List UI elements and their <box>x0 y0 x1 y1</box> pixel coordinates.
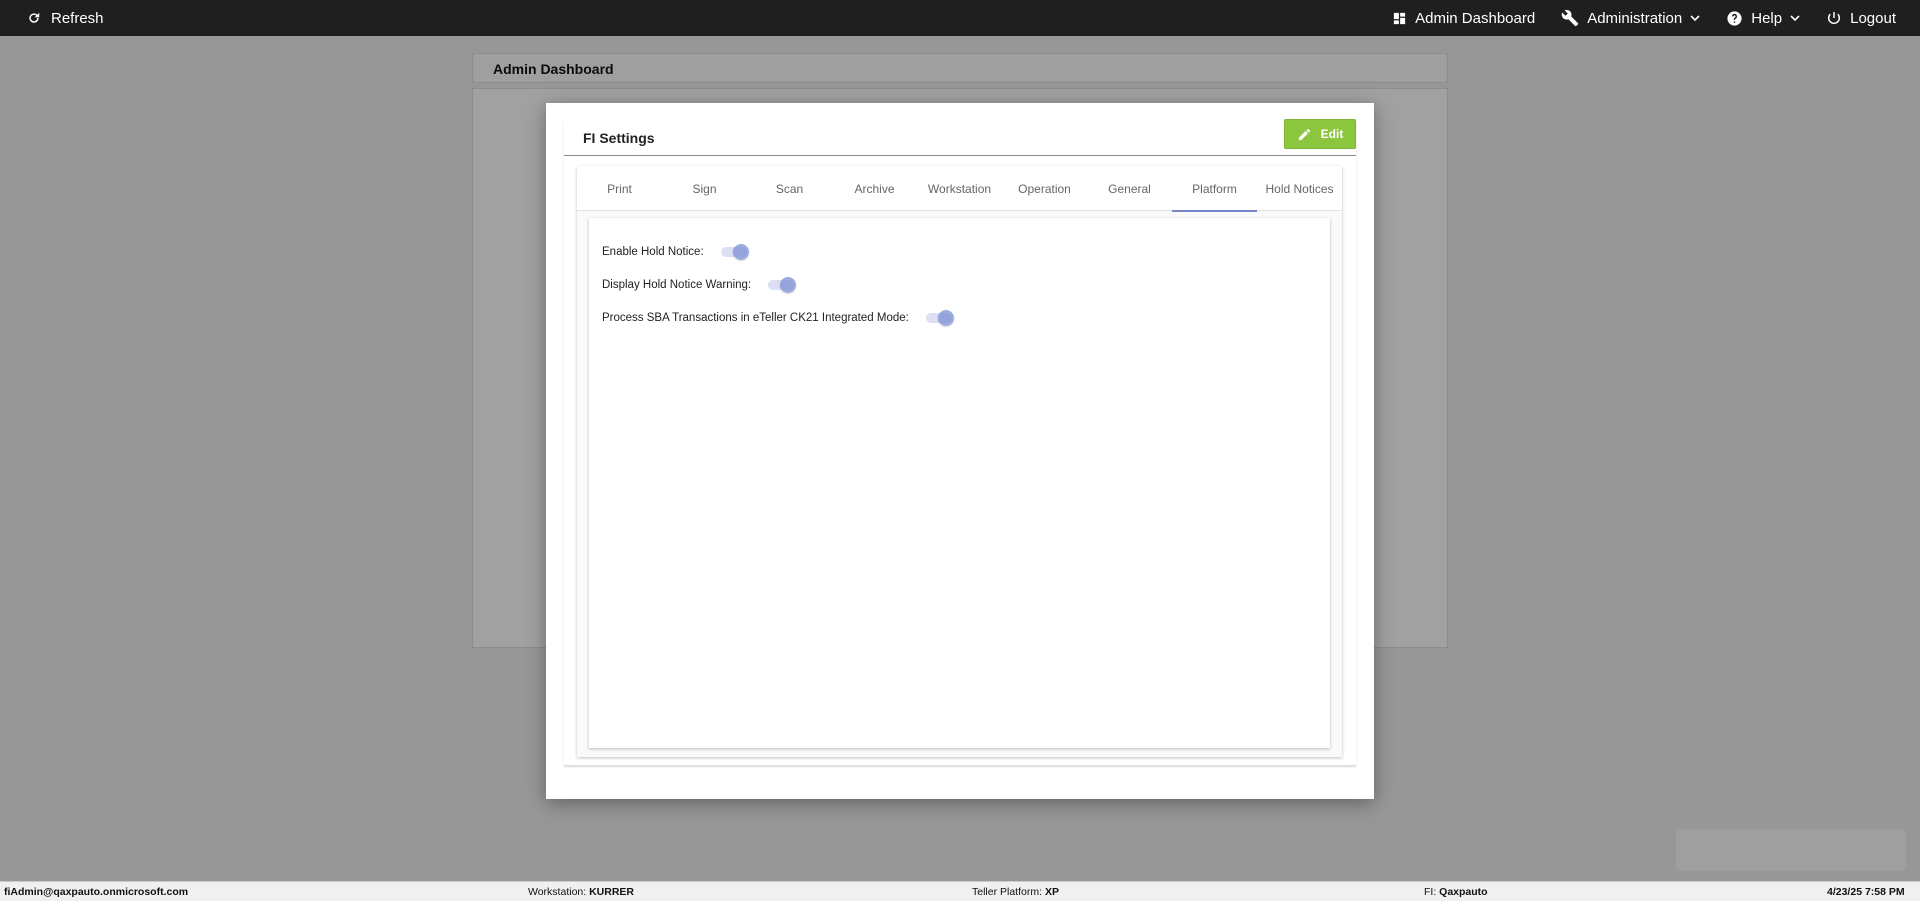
refresh-label: Refresh <box>51 9 104 27</box>
tab-archive[interactable]: Archive <box>832 166 917 211</box>
pencil-icon <box>1298 128 1310 140</box>
logout-label: Logout <box>1850 9 1896 27</box>
tab-general[interactable]: General <box>1087 166 1172 211</box>
edit-label: Edit <box>1320 127 1344 141</box>
help-label: Help <box>1751 9 1783 27</box>
status-fi: FI: Qaxpauto <box>1424 886 1488 898</box>
faded-notification <box>1676 829 1906 871</box>
enable-hold-notice-toggle[interactable] <box>720 244 749 260</box>
chevron-down-icon <box>1690 15 1700 22</box>
status-teller-platform: Teller Platform: XP <box>972 886 1059 898</box>
admin-dashboard-label: Admin Dashboard <box>1415 9 1536 27</box>
settings-card: Print Sign Scan Archive Workstation Oper… <box>577 166 1342 757</box>
help-menu[interactable]: Help <box>1726 10 1800 27</box>
admin-dashboard-link[interactable]: Admin Dashboard <box>1392 10 1535 27</box>
status-bar: fiAdmin@qaxpauto.onmicrosoft.com Worksta… <box>0 881 1920 901</box>
tab-print[interactable]: Print <box>577 166 662 211</box>
status-workstation: Workstation: KURRER <box>528 886 635 898</box>
refresh-icon <box>29 12 40 23</box>
tab-workstation[interactable]: Workstation <box>917 166 1002 211</box>
refresh-button[interactable]: Refresh <box>27 10 104 27</box>
wrench-icon <box>1561 9 1579 27</box>
tab-sign[interactable]: Sign <box>662 166 747 211</box>
tab-operation[interactable]: Operation <box>1002 166 1087 211</box>
display-hold-notice-warning-toggle[interactable] <box>768 277 797 293</box>
setting-label: Display Hold Notice Warning: <box>602 279 752 291</box>
dialog-title: FI Settings <box>583 130 655 146</box>
setting-display-hold-notice-warning: Display Hold Notice Warning: <box>602 277 797 293</box>
chevron-down-icon <box>1790 15 1800 22</box>
fi-settings-dialog: FI Settings Edit Print Sign Scan Archive… <box>546 103 1374 799</box>
setting-enable-hold-notice: Enable Hold Notice: <box>602 244 749 260</box>
tab-platform[interactable]: Platform <box>1172 166 1257 212</box>
dialog-header: FI Settings Edit <box>564 119 1356 156</box>
setting-label: Process SBA Transactions in eTeller CK21… <box>602 312 909 324</box>
edit-button[interactable]: Edit <box>1284 119 1356 149</box>
tab-scan[interactable]: Scan <box>747 166 832 211</box>
dashboard-icon <box>1394 12 1406 24</box>
administration-menu[interactable]: Administration <box>1561 9 1700 27</box>
dialog-body: FI Settings Edit Print Sign Scan Archive… <box>564 119 1356 766</box>
status-user: fiAdmin@qaxpauto.onmicrosoft.com <box>4 886 189 898</box>
process-sba-transactions-toggle[interactable] <box>925 310 954 326</box>
power-icon <box>1828 12 1841 24</box>
platform-settings-panel: Enable Hold Notice: Display Hold Notice … <box>589 218 1330 748</box>
setting-label: Enable Hold Notice: <box>602 246 704 258</box>
tab-hold-notices[interactable]: Hold Notices <box>1257 166 1342 211</box>
top-navigation-bar: Refresh Admin Dashboard Administration H… <box>0 0 1920 36</box>
administration-label: Administration <box>1587 9 1683 27</box>
setting-process-sba-transactions: Process SBA Transactions in eTeller CK21… <box>602 310 954 326</box>
help-circle-icon <box>1727 10 1742 26</box>
logout-button[interactable]: Logout <box>1826 10 1896 27</box>
settings-tabs: Print Sign Scan Archive Workstation Oper… <box>577 166 1342 212</box>
status-datetime: 4/23/25 7:58 PM <box>1827 886 1905 898</box>
